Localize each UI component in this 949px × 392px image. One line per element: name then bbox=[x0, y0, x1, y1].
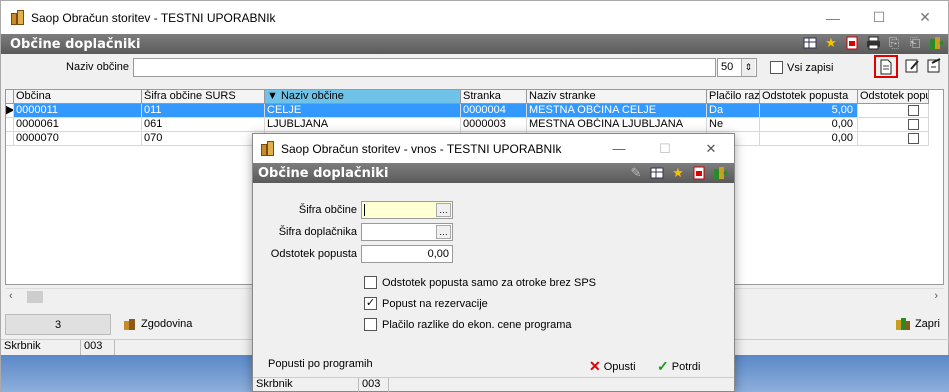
potrdi-label: Potrdi bbox=[671, 360, 701, 373]
record-count: 3 bbox=[5, 314, 111, 335]
scroll-right-icon[interactable]: › bbox=[934, 290, 938, 302]
scroll-thumb[interactable] bbox=[27, 291, 43, 303]
entry-dialog: Saop Obračun storitev - vnos - TESTNI UP… bbox=[252, 133, 735, 392]
row-indicator-icon: ▶ bbox=[6, 104, 14, 118]
maximize-button[interactable]: ☐ bbox=[856, 1, 902, 34]
dialog-minimize-button[interactable]: — bbox=[596, 134, 642, 163]
confirm-check-icon: ✓ bbox=[657, 358, 669, 374]
filter-bar: Naziv občine 50 ⇕ Vsi zapisi bbox=[1, 54, 948, 80]
checkbox-row[interactable]: Plačilo razlike do ekon. cene programa bbox=[364, 318, 572, 331]
paste-icon[interactable]: ⎗ bbox=[907, 35, 923, 51]
zapri-label: Zapri bbox=[914, 318, 940, 330]
column-header[interactable]: Plačilo razlike bbox=[707, 90, 760, 104]
history-button[interactable]: Zgodovina bbox=[123, 317, 192, 331]
table-row[interactable]: ▶ 0000011 011 CELJE 0000004 MESTNA OBČIN… bbox=[6, 104, 943, 118]
sifra-obcine-input[interactable]: … bbox=[361, 201, 453, 219]
exit-books-icon[interactable] bbox=[712, 165, 728, 181]
edit-disabled-icon: ✎ bbox=[630, 165, 642, 180]
exit-books-icon[interactable] bbox=[928, 35, 944, 51]
odstotek-popusta-label: Odstotek popusta bbox=[270, 248, 357, 260]
page-title: Občine doplačniki bbox=[10, 36, 141, 52]
samo-otroke-label: Odstotek popusta samo za otroke brez SPS bbox=[382, 276, 597, 289]
sifra-doplacnika-input[interactable]: … bbox=[361, 223, 453, 241]
main-window-title: Saop Obračun storitev - TESTNI UPORABNIk bbox=[31, 10, 276, 25]
column-header-sorted[interactable]: ▼ Naziv občine bbox=[265, 90, 461, 104]
copy-icon[interactable]: ⎘ bbox=[886, 35, 902, 51]
column-header[interactable]: Odstotek popu bbox=[858, 90, 929, 104]
odstotek-row: Odstotek popusta 0,00 bbox=[253, 245, 453, 263]
main-titlebar: Saop Obračun storitev - TESTNI UPORABNIk… bbox=[1, 1, 948, 34]
minimize-button[interactable]: — bbox=[810, 1, 856, 34]
vsi-zapisi-label: Vsi zapisi bbox=[787, 61, 834, 74]
opusti-label: Opusti bbox=[603, 360, 636, 373]
column-header[interactable]: Odstotek popusta bbox=[760, 90, 858, 104]
dialog-title: Saop Obračun storitev - vnos - TESTNI UP… bbox=[281, 141, 562, 156]
checkbox-row[interactable]: ✓ Popust na rezervacije bbox=[364, 297, 488, 310]
dialog-maximize-button[interactable]: ☐ bbox=[642, 134, 688, 163]
row-checkbox bbox=[908, 133, 919, 144]
record-count-stepper[interactable]: ⇕ bbox=[741, 59, 755, 76]
dialog-header: Občine doplačniki ✎ ★ bbox=[253, 163, 734, 183]
scroll-left-icon[interactable]: ‹ bbox=[9, 290, 13, 302]
opusti-button[interactable]: ✕ Opusti bbox=[589, 358, 636, 375]
close-button[interactable]: ✕ bbox=[902, 1, 948, 34]
sifra-obcine-label: Šifra občine bbox=[298, 204, 357, 216]
odstotek-popusta-input[interactable]: 0,00 bbox=[361, 245, 453, 263]
grid-layout-icon[interactable] bbox=[802, 35, 818, 51]
dialog-titlebar: Saop Obračun storitev - vnos - TESTNI UP… bbox=[253, 134, 734, 163]
app-icon bbox=[261, 140, 275, 157]
vsi-zapisi-checkbox[interactable] bbox=[770, 61, 783, 74]
placilo-razlike-checkbox[interactable] bbox=[364, 318, 377, 331]
column-header[interactable]: Občina bbox=[14, 90, 142, 104]
column-header[interactable]: Naziv stranke bbox=[527, 90, 707, 104]
sifra-obcine-row: Šifra občine … bbox=[253, 201, 453, 219]
edit-record-icon[interactable] bbox=[904, 57, 920, 73]
lookup-button[interactable]: … bbox=[436, 203, 451, 217]
row-checkbox bbox=[908, 105, 919, 116]
zapri-button[interactable]: Zapri bbox=[895, 317, 940, 331]
close-books-icon bbox=[895, 318, 910, 330]
sifra-doplacnika-label: Šifra doplačnika bbox=[278, 226, 357, 238]
export-pdf-icon[interactable] bbox=[691, 165, 707, 181]
popusti-po-programih-button[interactable]: Popusti po programih bbox=[268, 358, 373, 370]
grid-header-row: Občina Šifra občine SURS ▼ Naziv občine … bbox=[6, 90, 943, 104]
grid-layout-icon[interactable] bbox=[649, 165, 665, 181]
cancel-x-icon: ✕ bbox=[589, 358, 601, 374]
popust-rezervacije-checkbox[interactable]: ✓ bbox=[364, 297, 377, 310]
app-icon bbox=[11, 9, 25, 26]
dialog-footer: Popusti po programih ✕ Opusti ✓ Potrdi bbox=[253, 356, 734, 376]
status-user-value: 003 bbox=[81, 340, 115, 355]
delete-record-icon[interactable] bbox=[926, 57, 942, 73]
column-header[interactable]: Šifra občine SURS bbox=[142, 90, 265, 104]
naziv-obcine-input[interactable] bbox=[133, 57, 716, 77]
sifra-doplacnika-row: Šifra doplačnika … bbox=[253, 223, 453, 241]
dialog-close-button[interactable]: ✕ bbox=[688, 134, 734, 163]
checkbox-row[interactable]: Odstotek popusta samo za otroke brez SPS bbox=[364, 276, 596, 289]
new-document-icon bbox=[880, 59, 892, 74]
history-label: Zgodovina bbox=[141, 318, 193, 330]
samo-otroke-checkbox[interactable] bbox=[364, 276, 377, 289]
popust-rezervacije-label: Popust na rezervacije bbox=[382, 297, 488, 310]
history-icon bbox=[124, 319, 135, 330]
placilo-razlike-label: Plačilo razlike do ekon. cene programa bbox=[382, 318, 572, 331]
new-record-button[interactable] bbox=[874, 55, 898, 78]
dialog-status-user-value: 003 bbox=[359, 378, 389, 392]
lookup-button[interactable]: … bbox=[436, 225, 451, 239]
print-icon[interactable] bbox=[865, 35, 881, 51]
row-checkbox bbox=[908, 119, 919, 130]
table-row[interactable]: 0000061 061 LJUBLJANA 0000003 MESTNA OBČ… bbox=[6, 118, 943, 132]
dialog-status-user-label: Skrbnik bbox=[253, 378, 359, 392]
status-user-label: Skrbnik bbox=[1, 340, 81, 355]
potrdi-button[interactable]: ✓ Potrdi bbox=[657, 358, 700, 375]
export-pdf-icon[interactable] bbox=[844, 35, 860, 51]
favorite-star-icon[interactable]: ★ bbox=[670, 165, 686, 181]
main-header: Občine doplačniki ★ ⎘ ⎗ bbox=[1, 34, 948, 54]
column-header[interactable]: Stranka bbox=[461, 90, 527, 104]
filter-label: Naziv občine bbox=[66, 61, 129, 73]
favorite-star-icon[interactable]: ★ bbox=[823, 35, 839, 51]
dialog-status-bar: Skrbnik 003 bbox=[253, 377, 734, 392]
dialog-header-title: Občine doplačniki bbox=[258, 165, 389, 181]
